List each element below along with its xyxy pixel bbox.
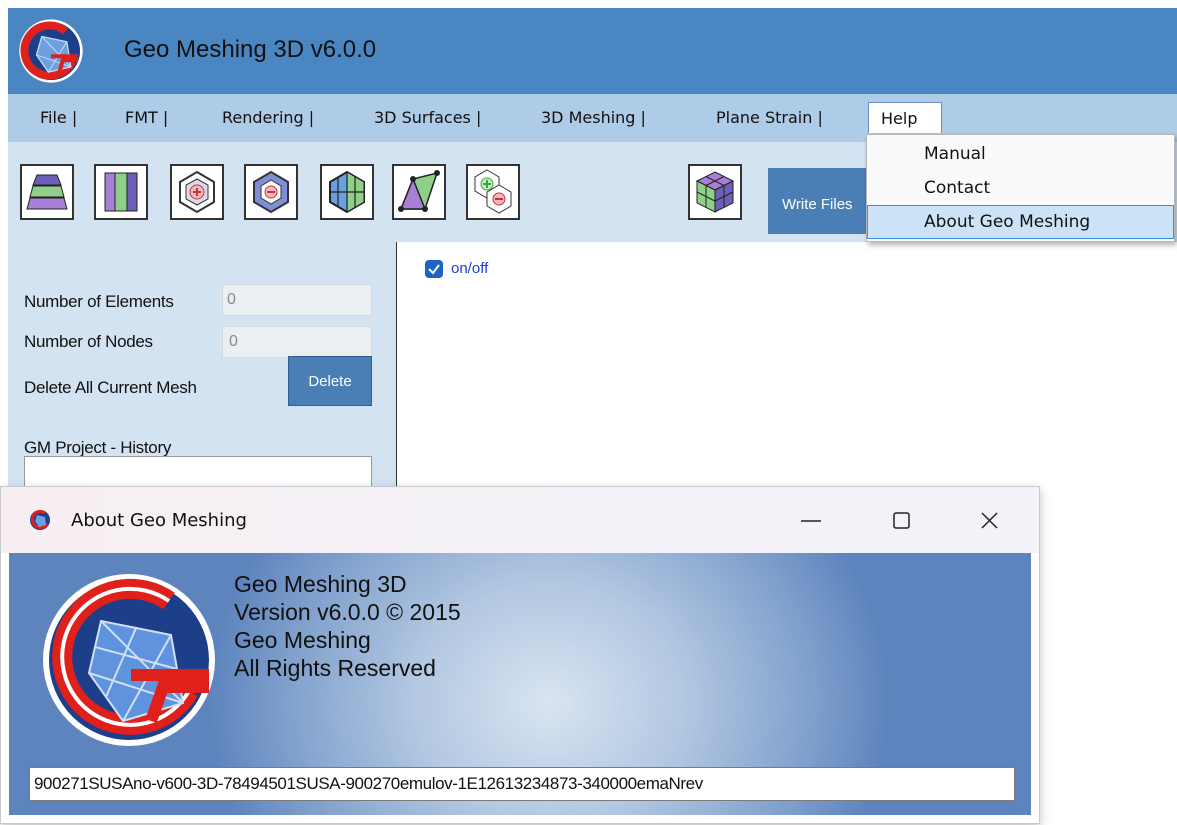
cube-icon [695, 171, 735, 213]
app-title: Geo Meshing 3D v6.0.0 [124, 36, 377, 63]
hexagon-add-icon [179, 170, 215, 214]
minimize-icon [801, 520, 821, 522]
mesh-polygon-tool-button[interactable] [320, 164, 374, 220]
about-company: Geo Meshing [234, 627, 371, 653]
about-product-name: Geo Meshing 3D [234, 571, 407, 597]
add-remove-icon [474, 169, 512, 214]
geo-meshing-small-logo-icon [30, 510, 50, 530]
about-version: Version v6.0.0 © 2015 [234, 599, 461, 625]
menu-rendering[interactable]: Rendering | [222, 108, 314, 127]
mesh-polygon-icon [329, 170, 365, 214]
left-panel: Number of Elements 0 Number of Nodes 0 D… [8, 242, 396, 488]
hexagon-remove-tool-button[interactable] [244, 164, 298, 220]
cube-tool-button[interactable] [688, 164, 742, 220]
menu-item-manual-label: Manual [924, 144, 986, 164]
vertical-layers-icon [104, 172, 138, 212]
license-key-field[interactable]: 900271SUSAno-v600-3D-78494501SUSA-900270… [29, 767, 1015, 801]
vertical-layers-tool-button[interactable] [94, 164, 148, 220]
about-dialog-title: About Geo Meshing [71, 510, 247, 531]
menu-item-about[interactable]: About Geo Meshing [867, 205, 1174, 239]
main-window: Geo Meshing 3D v6.0.0 File | FMT | Rende… [8, 8, 1177, 488]
add-remove-tool-button[interactable] [466, 164, 520, 220]
render-viewport[interactable]: on/off [396, 242, 1177, 488]
nodes-count-field: 0 [222, 326, 372, 358]
triangle-quad-icon [398, 170, 440, 212]
about-rights: All Rights Reserved [234, 655, 436, 681]
hexagon-add-tool-button[interactable] [170, 164, 224, 220]
about-dialog: About Geo Meshing Geo Meshing 3D Version… [0, 486, 1040, 824]
triangle-quad-tool-button[interactable] [392, 164, 446, 220]
menu-fmt[interactable]: FMT | [125, 108, 168, 127]
menu-help-label: Help [881, 109, 918, 128]
geo-meshing-large-logo-icon [43, 574, 215, 746]
write-files-button[interactable]: Write Files [768, 168, 880, 234]
menu-item-contact-label: Contact [924, 178, 991, 198]
on-off-label: on/off [451, 260, 489, 277]
checkmark-icon [428, 264, 440, 275]
hexagon-remove-icon [253, 170, 289, 214]
title-bar: Geo Meshing 3D v6.0.0 [8, 8, 1177, 94]
delete-button[interactable]: Delete [288, 356, 372, 406]
menu-3d-surfaces[interactable]: 3D Surfaces | [374, 108, 481, 127]
about-dialog-titlebar: About Geo Meshing [1, 487, 1039, 553]
help-dropdown-menu: Manual Contact About Geo Meshing [866, 134, 1175, 242]
close-button[interactable] [969, 501, 1009, 541]
menu-item-contact[interactable]: Contact [867, 171, 1174, 205]
on-off-checkbox[interactable] [425, 260, 443, 278]
project-history-box[interactable] [24, 456, 372, 488]
menu-help[interactable]: Help [868, 102, 942, 133]
project-history-label: GM Project - History [24, 438, 172, 457]
elements-label: Number of Elements [24, 292, 174, 311]
delete-mesh-label: Delete All Current Mesh [24, 378, 197, 397]
menu-plane-strain[interactable]: Plane Strain | [716, 108, 823, 127]
maximize-icon [893, 512, 910, 529]
menu-file[interactable]: File | [40, 108, 77, 127]
layers-icon [26, 174, 68, 210]
menu-item-about-label: About Geo Meshing [924, 212, 1091, 232]
layers-tool-button[interactable] [20, 164, 74, 220]
elements-count-field: 0 [222, 284, 372, 316]
maximize-button[interactable] [881, 501, 921, 541]
menu-3d-meshing[interactable]: 3D Meshing | [541, 108, 646, 127]
nodes-label: Number of Nodes [24, 332, 153, 351]
about-dialog-body: Geo Meshing 3D Version v6.0.0 © 2015 Geo… [9, 553, 1031, 815]
close-icon [981, 512, 998, 529]
minimize-button[interactable] [791, 501, 831, 541]
menu-item-manual[interactable]: Manual [867, 137, 1174, 171]
geo-meshing-logo-icon [19, 19, 83, 83]
